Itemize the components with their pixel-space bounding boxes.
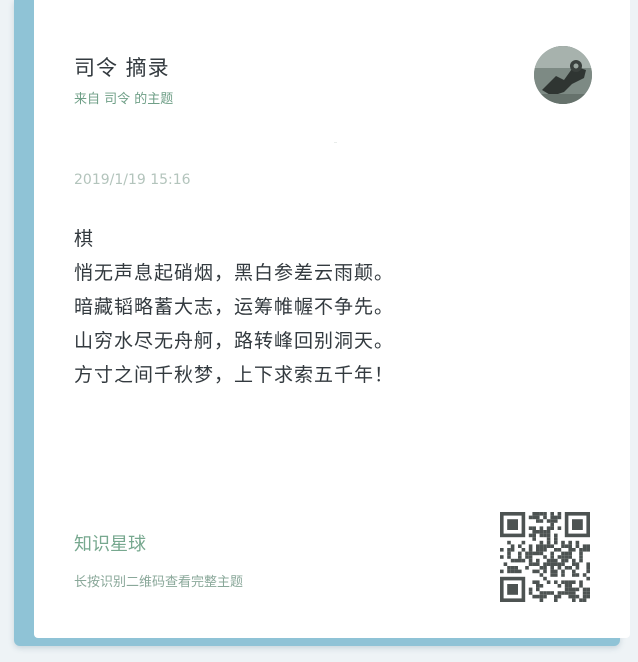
card-frame: 司令 摘录 来自 司令 的主题 2019/1/19 15:16 棋 悄无声息起硝… bbox=[14, 0, 630, 646]
divider-dot bbox=[334, 142, 337, 143]
poem-line: 山穷水尽无舟舸，路转峰回别洞天。 bbox=[74, 330, 395, 352]
brand-name: 知识星球 bbox=[74, 534, 146, 555]
qr-code[interactable] bbox=[500, 510, 590, 604]
page-title: 司令 摘录 bbox=[74, 56, 170, 80]
avatar[interactable] bbox=[534, 46, 592, 104]
poem-title: 棋 bbox=[74, 228, 95, 250]
excerpt-card: 司令 摘录 来自 司令 的主题 2019/1/19 15:16 棋 悄无声息起硝… bbox=[34, 0, 630, 638]
qr-code-icon bbox=[500, 512, 590, 602]
avatar-image bbox=[534, 46, 592, 104]
poem-line: 悄无声息起硝烟，黑白参差云雨颠。 bbox=[74, 262, 395, 284]
post-date: 2019/1/19 15:16 bbox=[74, 172, 191, 188]
poem-line: 暗藏韬略蓄大志，运筹帷幄不争先。 bbox=[74, 296, 395, 318]
poem-line: 方寸之间千秋梦，上下求索五千年！ bbox=[74, 364, 395, 386]
qr-hint: 长按识别二维码查看完整主题 bbox=[74, 575, 244, 590]
post-body: 棋 悄无声息起硝烟，黑白参差云雨颠。 暗藏韬略蓄大志，运筹帷幄不争先。 山穷水尽… bbox=[74, 222, 594, 392]
source-subtitle: 来自 司令 的主题 bbox=[74, 92, 174, 107]
